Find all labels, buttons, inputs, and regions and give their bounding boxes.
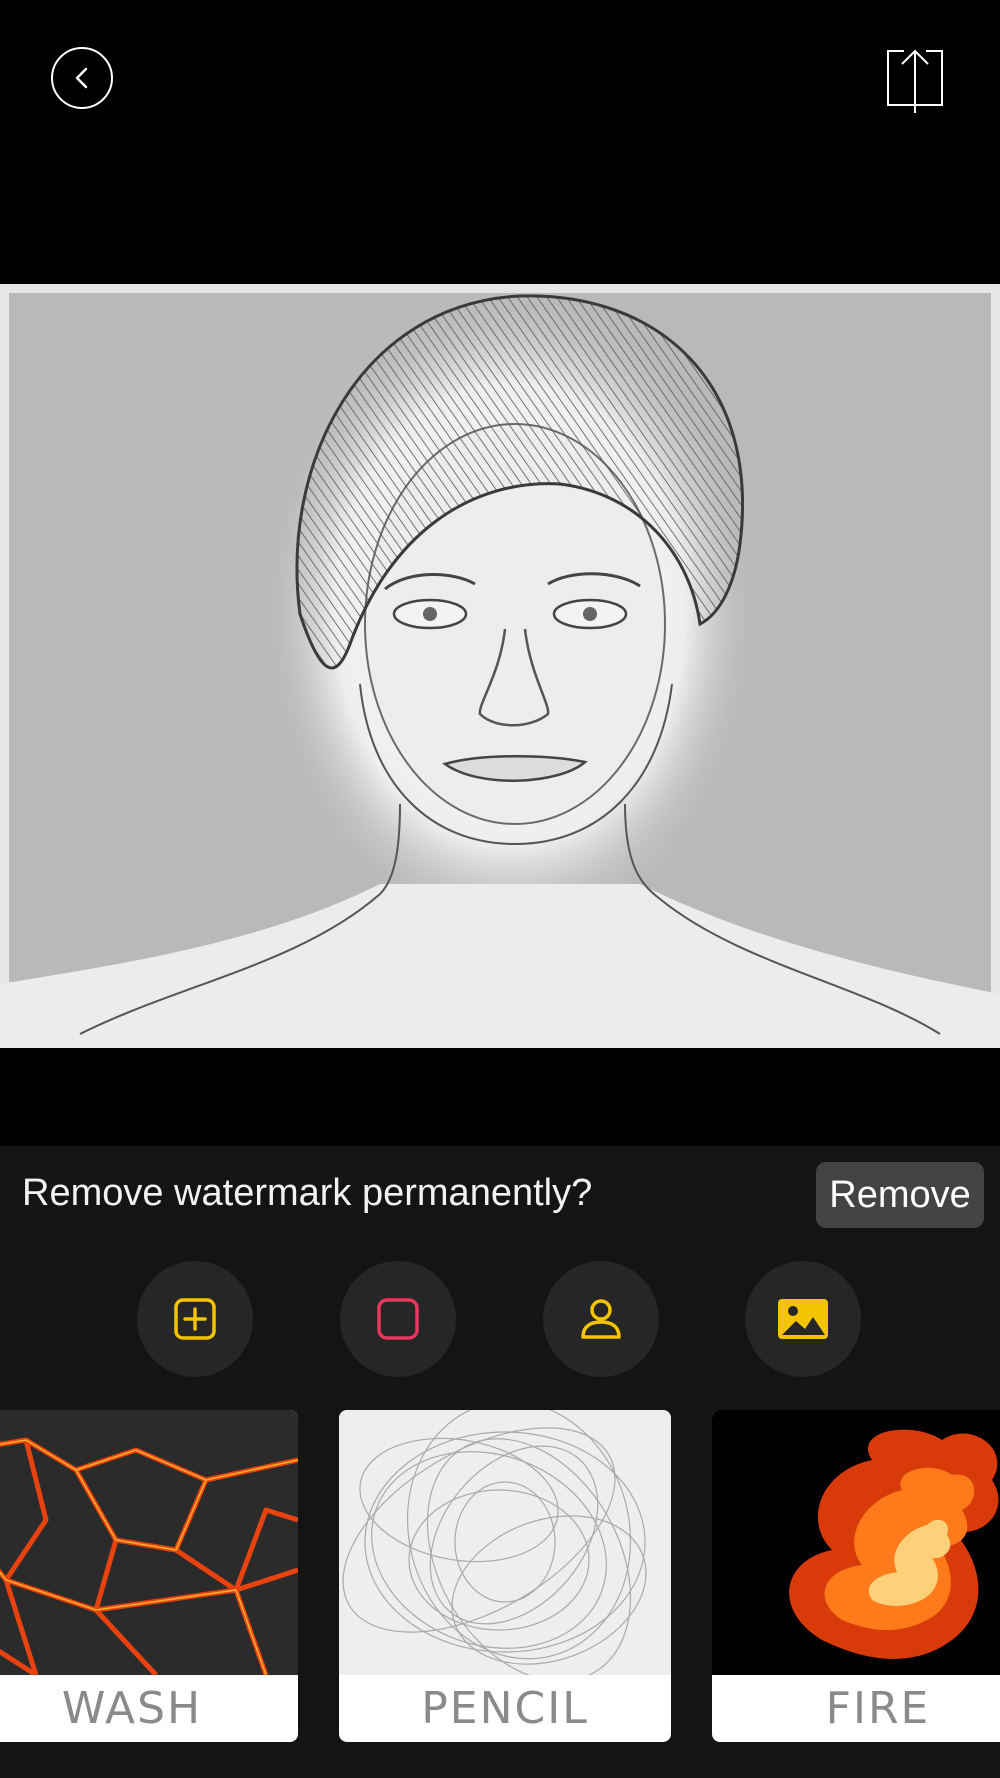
pencil-preview-image — [339, 1410, 671, 1675]
top-bar — [0, 0, 1000, 284]
chevron-left-icon — [53, 49, 111, 107]
gallery-button[interactable] — [745, 1261, 861, 1377]
style-thumbnail-fire[interactable]: FIRE — [712, 1410, 1000, 1742]
share-button[interactable] — [886, 47, 944, 115]
portrait-button[interactable] — [543, 1261, 659, 1377]
style-label: PENCIL — [421, 1683, 589, 1734]
back-button[interactable] — [51, 47, 113, 109]
fire-preview-image — [712, 1410, 1000, 1675]
bottom-panel: Remove watermark permanently? Remove WAS… — [0, 1146, 1000, 1778]
watermark-banner: Remove watermark permanently? Remove — [0, 1146, 1000, 1246]
add-button[interactable] — [137, 1261, 253, 1377]
style-label: FIRE — [825, 1683, 931, 1734]
frame-button[interactable] — [340, 1261, 456, 1377]
style-thumbnail-wash[interactable]: WASH — [0, 1410, 298, 1742]
image-bottom-margin — [0, 1048, 1000, 1146]
style-label: WASH — [61, 1683, 203, 1734]
style-thumbnail-pencil[interactable]: PENCIL — [339, 1410, 671, 1742]
sketch-photo — [0, 284, 1000, 1048]
wash-preview-image — [0, 1410, 298, 1675]
remove-watermark-button[interactable]: Remove — [816, 1162, 984, 1228]
share-upload-icon — [886, 47, 944, 115]
watermark-prompt: Remove watermark permanently? — [22, 1172, 593, 1214]
